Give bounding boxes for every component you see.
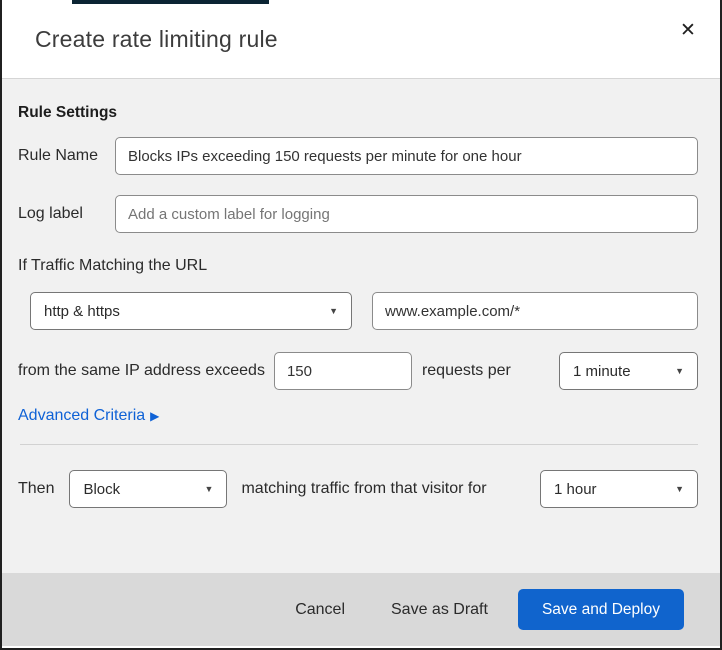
rule-name-row: Rule Name [18,137,698,175]
section-divider [20,444,698,445]
threshold-row: from the same IP address exceeds request… [18,352,698,390]
expand-right-icon: ▶ [150,409,160,423]
action-select-value: Block [83,480,121,498]
background-page-strip [72,0,269,4]
save-and-deploy-button[interactable]: Save and Deploy [517,589,684,630]
log-label-input[interactable] [115,195,698,233]
chevron-down-icon: ▼ [675,366,684,376]
period-select[interactable]: 1 minute ▼ [559,352,698,390]
duration-select-value: 1 hour [554,480,597,498]
dialog-body: Rule Settings Rule Name Log label If Tra… [2,79,720,573]
then-label: Then [18,480,55,497]
log-label-row: Log label [18,195,698,233]
create-rate-limiting-rule-dialog: Create rate limiting rule ✕ Rule Setting… [0,0,722,650]
threshold-prefix-text: from the same IP address exceeds [18,362,265,379]
scheme-select-value: http & https [44,302,120,320]
rule-name-input[interactable] [115,137,698,175]
close-icon: ✕ [680,19,696,41]
cancel-button[interactable]: Cancel [285,593,355,627]
rule-name-label: Rule Name [18,147,99,164]
period-select-value: 1 minute [573,362,631,380]
log-label-label: Log label [18,205,83,222]
chevron-down-icon: ▼ [204,484,214,494]
close-button[interactable]: ✕ [674,16,702,44]
dialog-header: Create rate limiting rule ✕ [2,0,720,79]
scheme-select[interactable]: http & https ▼ [30,292,352,330]
action-middle-text: matching traffic from that visitor for [241,480,487,497]
action-select[interactable]: Block ▼ [69,470,228,508]
chevron-down-icon: ▼ [329,306,338,316]
dialog-footer: Cancel Save as Draft Save and Deploy [2,573,720,646]
request-threshold-input[interactable] [273,352,412,390]
threshold-suffix-text: requests per [421,362,511,379]
dialog-title: Create rate limiting rule [35,25,278,52]
duration-select[interactable]: 1 hour ▼ [540,470,698,508]
advanced-criteria-link[interactable]: Advanced Criteria ▶ [18,407,159,425]
action-row: Then Block ▼ matching traffic from that … [18,470,698,508]
traffic-match-heading: If Traffic Matching the URL [18,257,208,274]
url-match-row: http & https ▼ [18,292,698,330]
rule-settings-heading: Rule Settings [18,104,118,121]
advanced-criteria-label: Advanced Criteria [18,407,146,424]
save-as-draft-button[interactable]: Save as Draft [381,593,498,627]
url-pattern-input[interactable] [372,292,698,330]
chevron-down-icon: ▼ [675,484,684,494]
